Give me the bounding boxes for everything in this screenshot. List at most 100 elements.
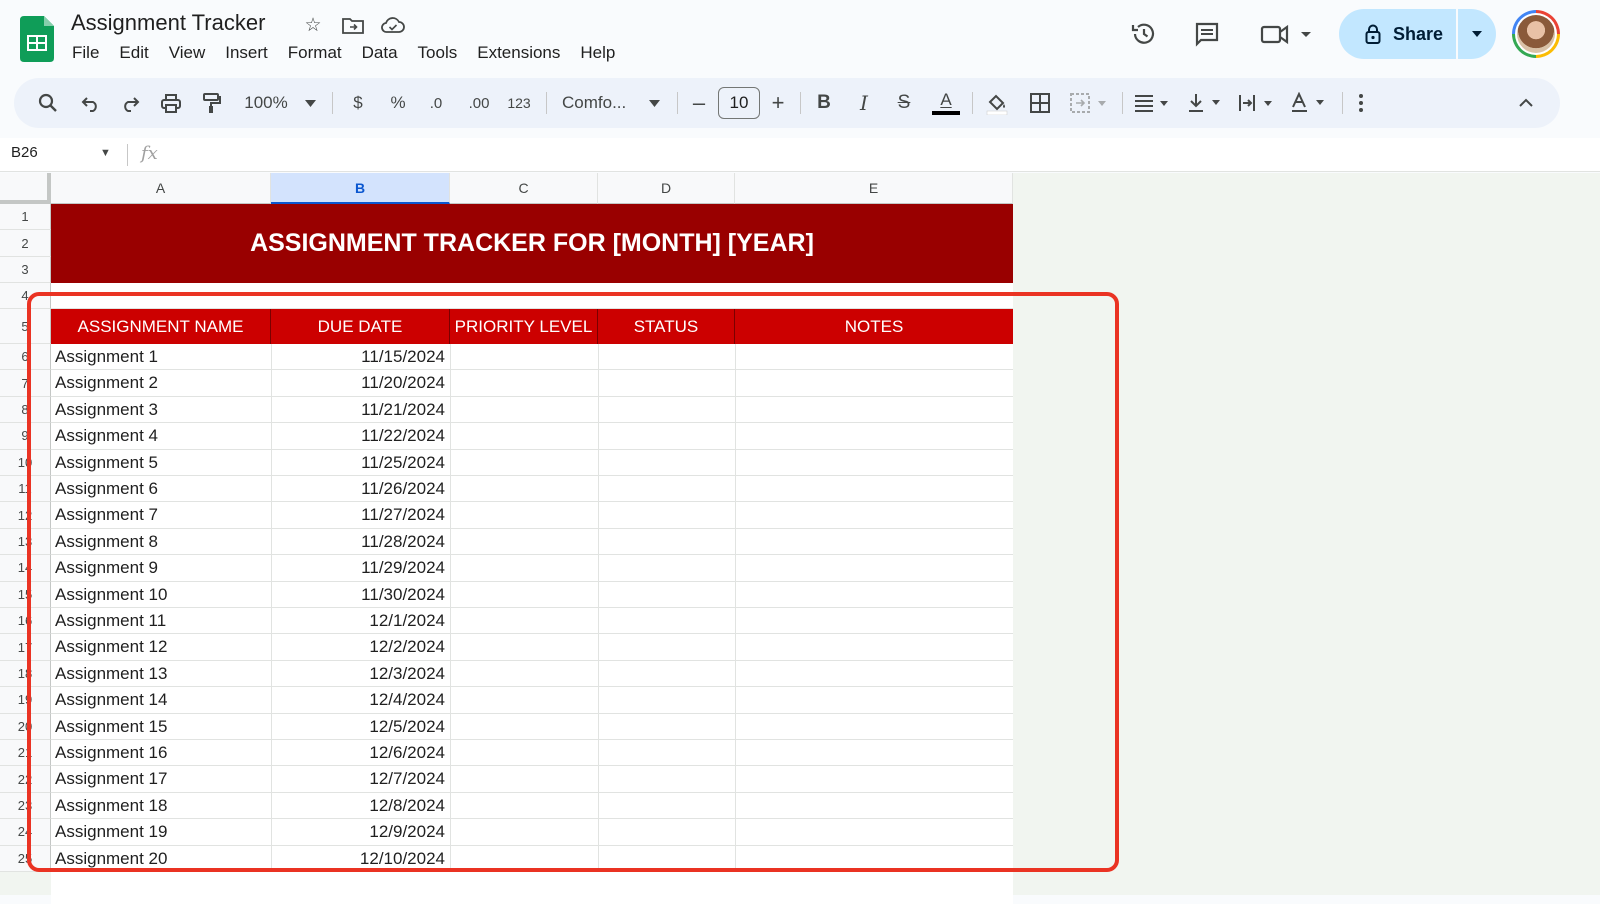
table-row[interactable]: Assignment 18 12/8/2024 — [51, 792, 1013, 820]
due-date-cell[interactable]: 12/2/2024 — [271, 634, 445, 660]
due-date-cell[interactable]: 12/8/2024 — [271, 793, 445, 819]
assignment-name-cell[interactable]: Assignment 11 — [55, 608, 166, 634]
percent-format-button[interactable]: % — [386, 78, 410, 128]
name-box[interactable]: B26 — [11, 144, 38, 161]
row-header-11[interactable]: 11 — [0, 476, 51, 503]
table-row[interactable]: Assignment 14 12/4/2024 — [51, 687, 1013, 714]
table-row[interactable]: Assignment 17 12/7/2024 — [51, 766, 1013, 793]
assignment-name-cell[interactable]: Assignment 7 — [55, 502, 158, 528]
bold-button[interactable]: B — [812, 78, 836, 128]
assignment-name-cell[interactable]: Assignment 2 — [55, 370, 158, 396]
chevron-down-icon[interactable]: ▼ — [100, 147, 111, 159]
menu-extensions[interactable]: Extensions — [467, 42, 570, 64]
menu-edit[interactable]: Edit — [109, 42, 158, 64]
text-rotation-icon[interactable] — [1288, 78, 1332, 128]
table-row[interactable]: Assignment 13 12/3/2024 — [51, 660, 1013, 688]
merge-cells-icon[interactable] — [1068, 78, 1112, 128]
column-header-b[interactable]: B — [271, 173, 450, 204]
avatar[interactable] — [1512, 10, 1560, 58]
due-date-cell[interactable]: 11/30/2024 — [271, 582, 445, 608]
row-header-1[interactable]: 1 — [0, 204, 51, 230]
assignment-name-cell[interactable]: Assignment 13 — [55, 661, 167, 687]
zoom-select[interactable]: 100% — [238, 78, 294, 128]
decrease-decimal-button[interactable]: .0 — [422, 78, 450, 128]
due-date-cell[interactable]: 12/6/2024 — [271, 740, 445, 766]
strikethrough-button[interactable]: S — [892, 78, 916, 128]
table-row[interactable]: Assignment 2 11/20/2024 — [51, 370, 1013, 397]
assignment-name-cell[interactable]: Assignment 14 — [55, 687, 167, 713]
table-row[interactable]: Assignment 5 11/25/2024 — [51, 449, 1013, 476]
assignment-name-cell[interactable]: Assignment 15 — [55, 714, 167, 740]
menu-view[interactable]: View — [159, 42, 216, 64]
due-date-cell[interactable]: 12/1/2024 — [271, 608, 445, 634]
column-header-e[interactable]: E — [735, 173, 1013, 204]
row-header-22[interactable]: 22 — [0, 766, 51, 793]
row-header-7[interactable]: 7 — [0, 370, 51, 397]
menu-help[interactable]: Help — [570, 42, 625, 64]
increase-font-size-button[interactable]: + — [766, 78, 790, 128]
table-row[interactable]: Assignment 11 12/1/2024 — [51, 608, 1013, 635]
menu-file[interactable]: File — [62, 42, 109, 64]
due-date-cell[interactable]: 12/3/2024 — [271, 661, 445, 687]
column-header-c[interactable]: C — [450, 173, 598, 204]
meet-icon[interactable] — [1257, 17, 1315, 51]
redo-icon[interactable] — [116, 78, 144, 128]
horizontal-align-icon[interactable] — [1132, 78, 1176, 128]
more-options-icon[interactable] — [1352, 78, 1370, 128]
row-header-17[interactable]: 17 — [0, 634, 51, 661]
menu-tools[interactable]: Tools — [408, 42, 468, 64]
table-row[interactable]: Assignment 15 12/5/2024 — [51, 713, 1013, 740]
borders-icon[interactable] — [1026, 78, 1054, 128]
assignment-name-cell[interactable]: Assignment 16 — [55, 740, 167, 766]
table-row[interactable]: Assignment 8 11/28/2024 — [51, 528, 1013, 556]
menu-data[interactable]: Data — [352, 42, 408, 64]
assignment-name-cell[interactable]: Assignment 8 — [55, 529, 158, 555]
assignment-name-cell[interactable]: Assignment 18 — [55, 793, 167, 819]
share-dropdown-button[interactable] — [1458, 9, 1496, 59]
share-button[interactable]: Share — [1339, 9, 1456, 59]
column-header-a[interactable]: A — [51, 173, 271, 204]
chevron-down-icon[interactable] — [300, 78, 320, 128]
row-header-15[interactable]: 15 — [0, 581, 51, 608]
text-wrapping-icon[interactable] — [1236, 78, 1280, 128]
fill-color-icon[interactable] — [982, 78, 1012, 128]
due-date-cell[interactable]: 11/29/2024 — [271, 555, 445, 581]
assignment-name-cell[interactable]: Assignment 3 — [55, 397, 158, 423]
assignment-name-cell[interactable]: Assignment 20 — [55, 846, 167, 872]
row-header-24[interactable]: 24 — [0, 819, 51, 846]
sheet-title[interactable]: ASSIGNMENT TRACKER FOR [MONTH] [YEAR] — [51, 204, 1013, 283]
font-size-input[interactable]: 10 — [718, 87, 760, 119]
row-header-19[interactable]: 19 — [0, 687, 51, 714]
print-icon[interactable] — [157, 78, 185, 128]
menu-format[interactable]: Format — [278, 42, 352, 64]
version-history-icon[interactable] — [1127, 17, 1161, 51]
row-header-18[interactable]: 18 — [0, 660, 51, 688]
document-title[interactable]: Assignment Tracker — [71, 10, 265, 36]
row-header-6[interactable]: 6 — [0, 344, 51, 371]
due-date-cell[interactable]: 11/21/2024 — [271, 397, 445, 423]
table-row[interactable]: Assignment 3 11/21/2024 — [51, 396, 1013, 424]
sheets-logo-icon[interactable] — [20, 16, 54, 62]
assignment-name-cell[interactable]: Assignment 17 — [55, 766, 167, 792]
decrease-font-size-button[interactable]: – — [687, 78, 711, 128]
row-header-21[interactable]: 21 — [0, 740, 51, 767]
table-row[interactable]: Assignment 19 12/9/2024 — [51, 819, 1013, 846]
assignment-name-cell[interactable]: Assignment 4 — [55, 423, 158, 449]
table-row[interactable]: Assignment 7 11/27/2024 — [51, 502, 1013, 529]
undo-icon[interactable] — [77, 78, 105, 128]
due-date-cell[interactable]: 12/10/2024 — [271, 846, 445, 872]
header-notes[interactable]: NOTES — [735, 309, 1013, 344]
assignment-name-cell[interactable]: Assignment 5 — [55, 450, 158, 476]
header-priority-level[interactable]: PRIORITY LEVEL — [450, 309, 598, 344]
due-date-cell[interactable]: 12/9/2024 — [271, 819, 445, 845]
table-row[interactable]: Assignment 10 11/30/2024 — [51, 581, 1013, 608]
assignment-name-cell[interactable]: Assignment 10 — [55, 582, 167, 608]
assignment-name-cell[interactable]: Assignment 6 — [55, 476, 158, 502]
assignment-name-cell[interactable]: Assignment 19 — [55, 819, 167, 845]
row-header-13[interactable]: 13 — [0, 528, 51, 556]
table-row[interactable]: Assignment 16 12/6/2024 — [51, 740, 1013, 767]
vertical-align-icon[interactable] — [1184, 78, 1228, 128]
star-icon[interactable]: ☆ — [300, 13, 326, 37]
row-header-25[interactable]: 25 — [0, 845, 51, 872]
increase-decimal-button[interactable]: .00 — [464, 78, 494, 128]
